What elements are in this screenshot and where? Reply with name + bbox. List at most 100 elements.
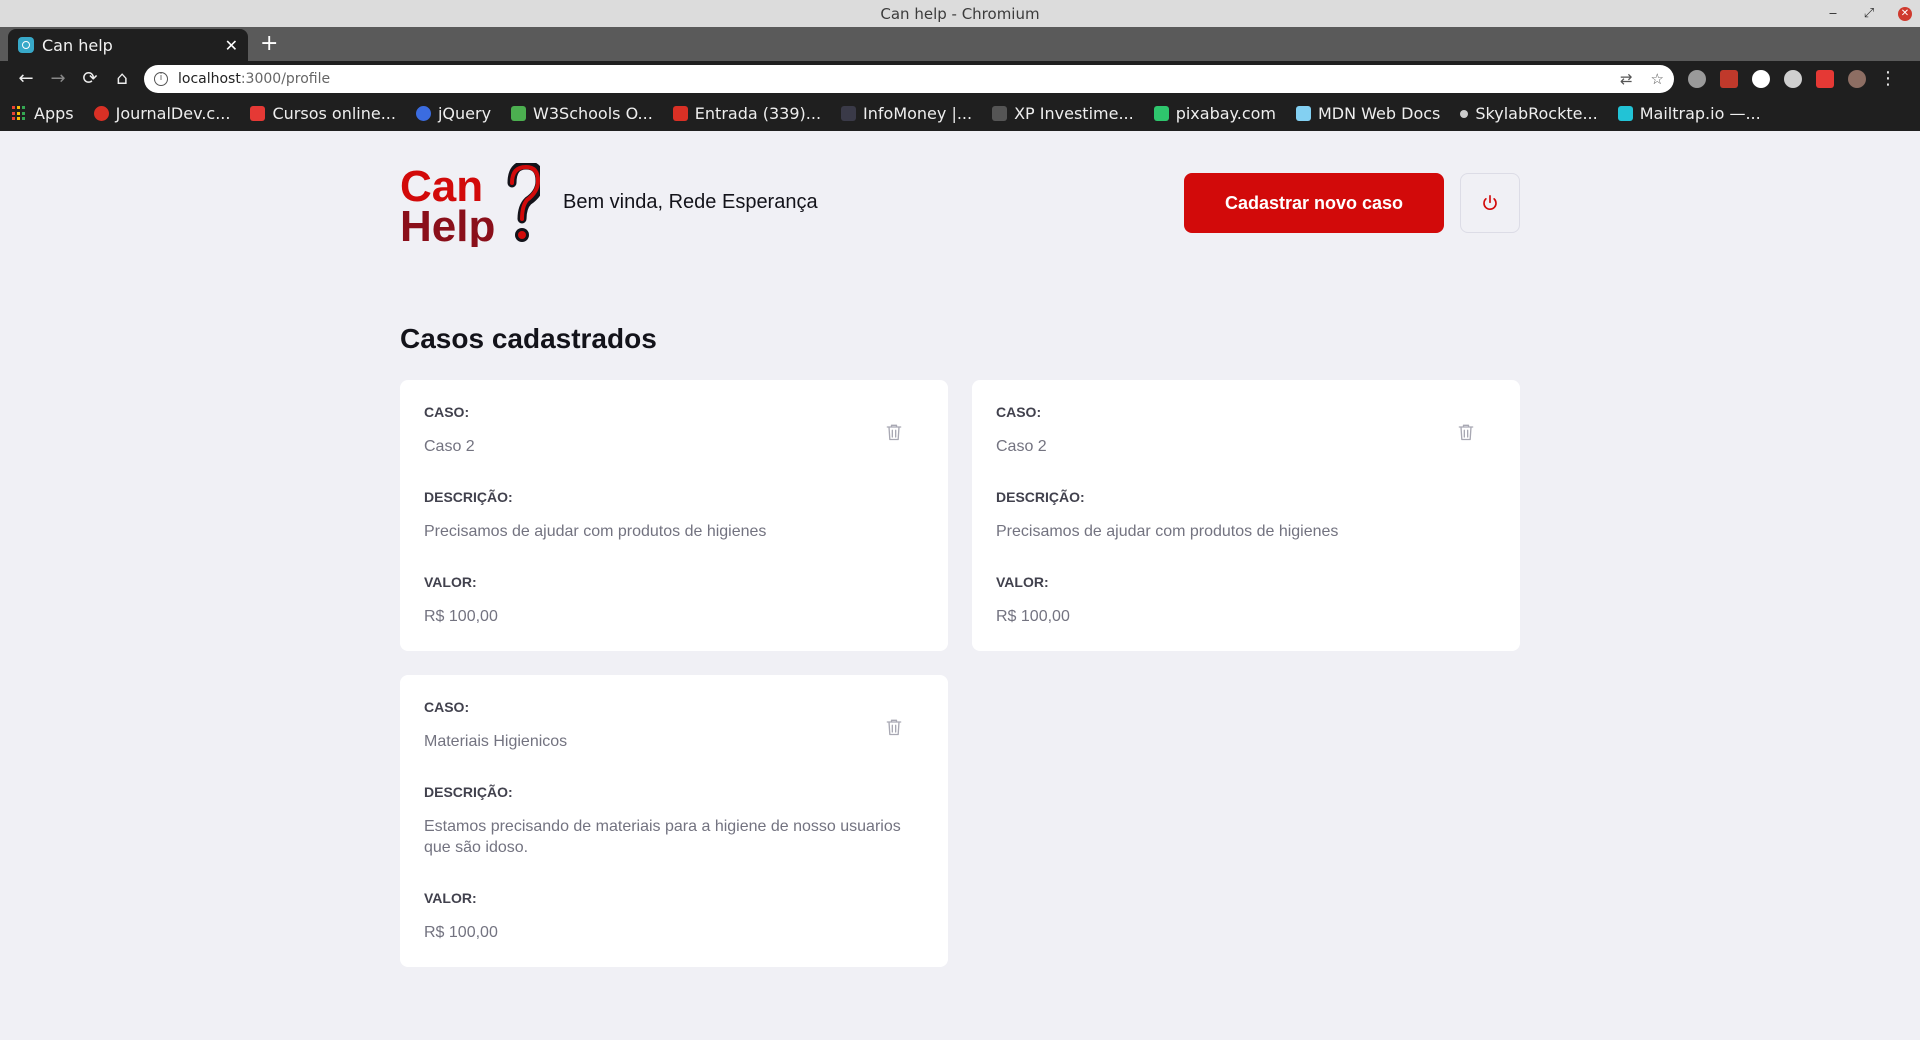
bookmark-apps[interactable]: Apps <box>12 104 74 123</box>
back-button[interactable]: ← <box>10 64 42 94</box>
pixabay-favicon-icon <box>1153 106 1169 121</box>
url-host: localhost <box>178 70 241 87</box>
bookmarks-bar: Apps JournalDev.c... Cursos online... jQ… <box>0 96 1920 131</box>
window-controls: ‒ ⤢ ✕ <box>1826 0 1912 27</box>
url-path: :3000/profile <box>240 70 331 87</box>
case-label: CASO: <box>996 404 1042 420</box>
bookmark-item[interactable]: MDN Web Docs <box>1295 104 1441 123</box>
cursos-favicon-icon <box>250 106 266 121</box>
bookmark-label: Apps <box>34 104 74 123</box>
svg-text:Help: Help <box>400 202 495 247</box>
mdn-favicon-icon <box>1295 106 1311 121</box>
logout-button[interactable] <box>1460 173 1520 233</box>
mailtrap-favicon-icon <box>1617 106 1633 121</box>
profile-header: Can Help Bem vinda, Rede Esperança Cadas… <box>400 163 1520 253</box>
value-label: VALOR: <box>424 890 477 906</box>
bookmark-item[interactable]: Mailtrap.io —... <box>1617 104 1761 123</box>
profile-page: Can Help Bem vinda, Rede Esperança Cadas… <box>0 131 1920 1040</box>
extension-icon[interactable] <box>1752 69 1770 88</box>
case-description: Precisamos de ajudar com produtos de hig… <box>996 523 1339 540</box>
bookmark-label: MDN Web Docs <box>1317 104 1441 123</box>
url-text[interactable]: localhost:3000/profile <box>178 71 1602 87</box>
case-card: CASO: Materiais Higienicos DESCRIÇÃO: Es… <box>400 675 948 967</box>
bookmark-star-icon[interactable]: ☆ <box>1651 70 1664 88</box>
case-card: CASO: Caso 2 DESCRIÇÃO: Precisamos de aj… <box>400 380 948 651</box>
case-title: Caso 2 <box>424 438 475 455</box>
translate-icon[interactable]: ⇄ <box>1620 70 1633 88</box>
value-label: VALOR: <box>424 574 477 590</box>
welcome-greeting: Bem vinda, Rede Esperança <box>563 191 818 213</box>
bookmark-label: W3Schools O... <box>533 104 653 123</box>
trash-icon[interactable] <box>1456 422 1476 442</box>
skylab-favicon-icon <box>1460 109 1469 118</box>
bookmark-item[interactable]: InfoMoney |... <box>841 104 972 123</box>
close-window-icon[interactable]: ✕ <box>1898 6 1912 21</box>
bookmark-item[interactable]: W3Schools O... <box>511 104 653 123</box>
address-bar[interactable]: i localhost:3000/profile ⇄ ☆ <box>144 64 1674 93</box>
journaldev-favicon-icon <box>93 106 109 121</box>
bookmark-item[interactable]: Cursos online... <box>250 104 396 123</box>
case-card: CASO: Caso 2 DESCRIÇÃO: Precisamos de aj… <box>972 380 1520 651</box>
site-info-icon[interactable]: i <box>154 71 168 86</box>
power-icon <box>1483 195 1497 210</box>
bookmark-item[interactable]: jQuery <box>415 104 492 123</box>
browser-menu-icon[interactable]: ⋮ <box>1879 64 1897 94</box>
new-case-button[interactable]: Cadastrar novo caso <box>1184 173 1444 233</box>
can-help-logo: Can Help <box>400 163 540 247</box>
bookmark-label: InfoMoney |... <box>863 104 973 123</box>
case-title: Caso 2 <box>996 438 1047 455</box>
w3schools-favicon-icon <box>511 106 527 121</box>
case-label: CASO: <box>424 404 470 420</box>
bookmark-label: Mailtrap.io —... <box>1639 104 1761 123</box>
bookmark-label: JournalDev.c... <box>115 104 231 123</box>
maximize-icon[interactable]: ⤢ <box>1862 6 1876 21</box>
registered-cases-title: Casos cadastrados <box>400 323 657 354</box>
bookmark-label: Cursos online... <box>272 104 396 123</box>
bookmark-label: jQuery <box>437 104 492 123</box>
reload-button[interactable]: ⟳ <box>74 64 106 94</box>
case-value: R$ 100,00 <box>996 608 1070 625</box>
case-value: R$ 100,00 <box>424 924 498 941</box>
forward-button[interactable]: → <box>42 64 74 94</box>
window-titlebar: Can help - Chromium ‒ ⤢ ✕ <box>0 0 1920 27</box>
bookmark-label: SkylabRockte... <box>1475 104 1598 123</box>
bookmark-item[interactable]: Entrada (339)... <box>672 104 822 123</box>
react-favicon-icon <box>18 37 34 53</box>
case-description: Precisamos de ajudar com produtos de hig… <box>424 523 767 540</box>
bookmark-label: XP Investime... <box>1014 104 1134 123</box>
extension-icon[interactable] <box>1688 69 1706 88</box>
description-label: DESCRIÇÃO: <box>424 784 513 800</box>
apps-grid-icon <box>12 106 27 121</box>
bookmark-label: Entrada (339)... <box>694 104 822 123</box>
infomoney-favicon-icon <box>841 106 857 121</box>
value-label: VALOR: <box>996 574 1049 590</box>
extension-icon[interactable] <box>1784 69 1802 88</box>
jquery-favicon-icon <box>415 106 431 121</box>
tab-close-icon[interactable]: ✕ <box>225 36 238 55</box>
extension-icon[interactable] <box>1720 69 1738 88</box>
tab-strip: Can help ✕ + <box>0 27 1920 61</box>
case-description: Estamos precisando de materiais para a h… <box>424 818 901 856</box>
home-button[interactable]: ⌂ <box>106 64 138 94</box>
tab-can-help[interactable]: Can help ✕ <box>8 29 248 61</box>
profile-avatar[interactable] <box>1848 69 1866 88</box>
minimize-icon[interactable]: ‒ <box>1826 6 1840 21</box>
extension-icon[interactable] <box>1816 69 1834 88</box>
new-tab-button[interactable]: + <box>260 31 278 57</box>
case-label: CASO: <box>424 699 470 715</box>
bookmark-item[interactable]: SkylabRockte... <box>1460 104 1598 123</box>
case-value: R$ 100,00 <box>424 608 498 625</box>
bookmark-item[interactable]: JournalDev.c... <box>93 104 231 123</box>
xp-favicon-icon <box>992 106 1008 121</box>
bookmark-item[interactable]: XP Investime... <box>992 104 1134 123</box>
extensions-area: ⋮ <box>1688 64 1897 94</box>
gmail-favicon-icon <box>672 106 688 121</box>
bookmark-item[interactable]: pixabay.com <box>1153 104 1276 123</box>
window-title: Can help - Chromium <box>880 4 1040 23</box>
description-label: DESCRIÇÃO: <box>996 489 1085 505</box>
case-title: Materiais Higienicos <box>424 733 568 750</box>
trash-icon[interactable] <box>884 717 904 737</box>
tab-title: Can help <box>42 35 113 55</box>
bookmark-label: pixabay.com <box>1175 104 1276 123</box>
trash-icon[interactable] <box>884 422 904 442</box>
